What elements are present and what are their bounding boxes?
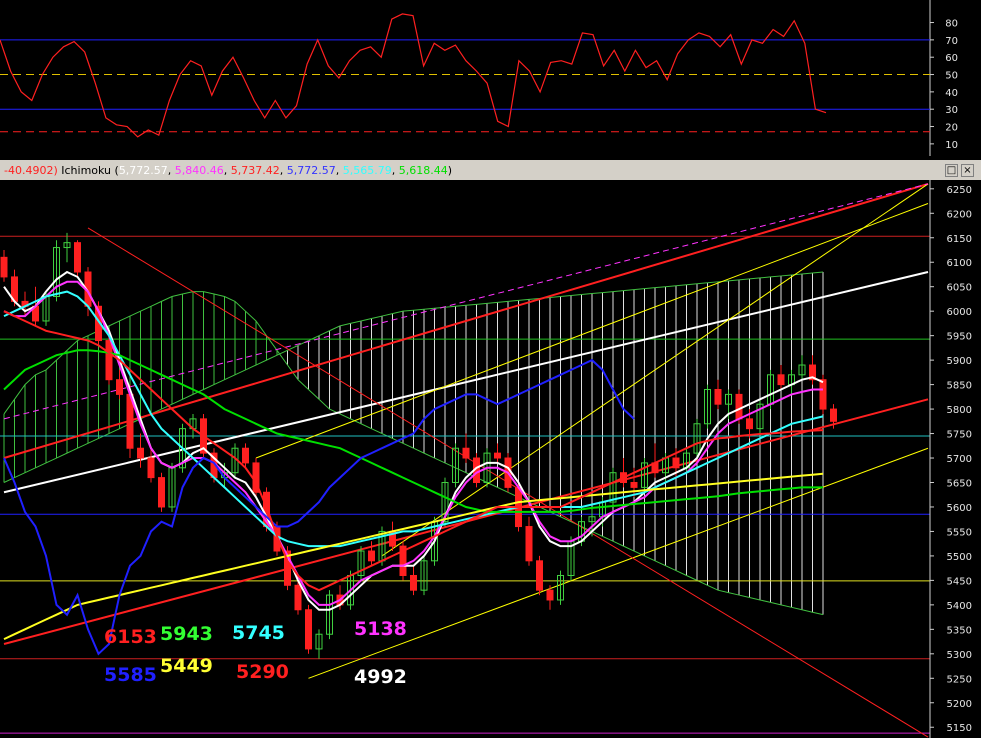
- price-level-label: 5290: [236, 661, 289, 683]
- candle-body: [158, 477, 165, 508]
- price-tick-label: 5250: [947, 674, 972, 685]
- candle: [399, 541, 407, 581]
- rsi-tick-label: 70: [945, 36, 958, 47]
- header-value: 5,840.46: [175, 164, 224, 177]
- header-indicator-name: Ichimoku (: [58, 164, 119, 177]
- chart-stage: 1020304050607080 -40.4902) Ichimoku (5,7…: [0, 0, 981, 738]
- header-separator: ,: [224, 164, 231, 177]
- price-tick-label: 5350: [947, 625, 972, 636]
- indicator-header: -40.4902) Ichimoku (5,772.57, 5,840.46, …: [4, 164, 452, 177]
- candle-body: [672, 457, 680, 469]
- rsi-tick-label: 60: [945, 53, 958, 64]
- close-button[interactable]: ×: [961, 164, 974, 177]
- price-tick-label: 5650: [947, 478, 972, 489]
- candle: [252, 458, 260, 498]
- candle-body: [305, 609, 312, 650]
- candle-body: [74, 242, 81, 273]
- price-tick-label: 6100: [947, 258, 972, 269]
- candle-body: [0, 256, 8, 278]
- candle-body: [777, 374, 785, 386]
- candle-body: [546, 589, 554, 601]
- price-tick-label: 6250: [947, 185, 972, 196]
- price-tick-label: 5400: [947, 601, 972, 612]
- price-level-label: 5585: [104, 664, 157, 686]
- rsi-tick-label: 30: [945, 105, 958, 116]
- candle-body: [630, 481, 638, 488]
- price-tick-label: 6200: [947, 209, 972, 220]
- price-tick-label: 5700: [947, 454, 972, 465]
- candle: [158, 472, 165, 512]
- rsi-tick-label: 80: [945, 19, 958, 30]
- candle-body: [525, 526, 533, 562]
- candle-body: [105, 340, 113, 381]
- header-value: 5,565.79: [343, 164, 392, 177]
- price-level-label: 6153: [104, 626, 157, 648]
- price-tick-label: 6050: [947, 283, 972, 294]
- minimize-button[interactable]: □: [945, 164, 958, 177]
- price-tick-label: 5800: [947, 405, 972, 416]
- candle-body: [536, 560, 543, 591]
- header-close: ): [448, 164, 452, 177]
- candle-body: [410, 574, 417, 591]
- header-value: 5,737.42: [231, 164, 280, 177]
- candle: [305, 604, 312, 654]
- price-level-label: 5138: [354, 618, 407, 640]
- price-tick-label: 5450: [947, 576, 972, 587]
- header-value: 5,618.44: [399, 164, 448, 177]
- candle-body: [819, 379, 827, 410]
- price-tick-label: 5550: [947, 527, 972, 538]
- candle-body: [116, 379, 123, 395]
- price-tick-label: 5900: [947, 356, 972, 367]
- price-tick-label: 5300: [947, 650, 972, 661]
- candle-body: [137, 447, 144, 459]
- price-tick-label: 6150: [947, 234, 972, 245]
- header-value: 5,772.57: [287, 164, 336, 177]
- price-level-label: 5449: [160, 655, 213, 677]
- candle-body: [294, 584, 302, 611]
- rsi-tick-label: 50: [945, 71, 958, 82]
- candle-body: [147, 457, 155, 479]
- price-level-label: 5745: [232, 622, 285, 644]
- price-level-label: 5943: [160, 623, 213, 645]
- price-tick-label: 5150: [947, 723, 972, 734]
- candle-body: [462, 447, 470, 459]
- candle: [74, 240, 81, 277]
- rsi-tick-label: 40: [945, 88, 958, 99]
- price-tick-label: 5500: [947, 552, 972, 563]
- candle-body: [368, 550, 375, 562]
- price-tick-label: 5200: [947, 699, 972, 710]
- header-value: 5,772.57: [119, 164, 168, 177]
- candle: [536, 555, 543, 596]
- rsi-tick-label: 20: [945, 123, 958, 134]
- candle-body: [242, 447, 249, 464]
- candle-body: [735, 393, 743, 420]
- candle-body: [714, 388, 722, 405]
- price-level-label: 4992: [354, 666, 407, 688]
- price-tick-label: 5750: [947, 430, 972, 441]
- price-tick-label: 6000: [947, 307, 972, 318]
- header-separator: ,: [392, 164, 399, 177]
- price-tick-label: 5600: [947, 503, 972, 514]
- candle-body: [494, 452, 501, 459]
- header-separator: ,: [336, 164, 343, 177]
- rsi-tick-label: 10: [945, 140, 958, 151]
- header-prefix: -40.4902): [4, 164, 58, 177]
- header-separator: ,: [280, 164, 287, 177]
- candle-body: [830, 408, 837, 422]
- price-tick-label: 5950: [947, 332, 972, 343]
- price-tick-label: 5850: [947, 381, 972, 392]
- candle-body: [746, 418, 753, 430]
- header-separator: ,: [168, 164, 175, 177]
